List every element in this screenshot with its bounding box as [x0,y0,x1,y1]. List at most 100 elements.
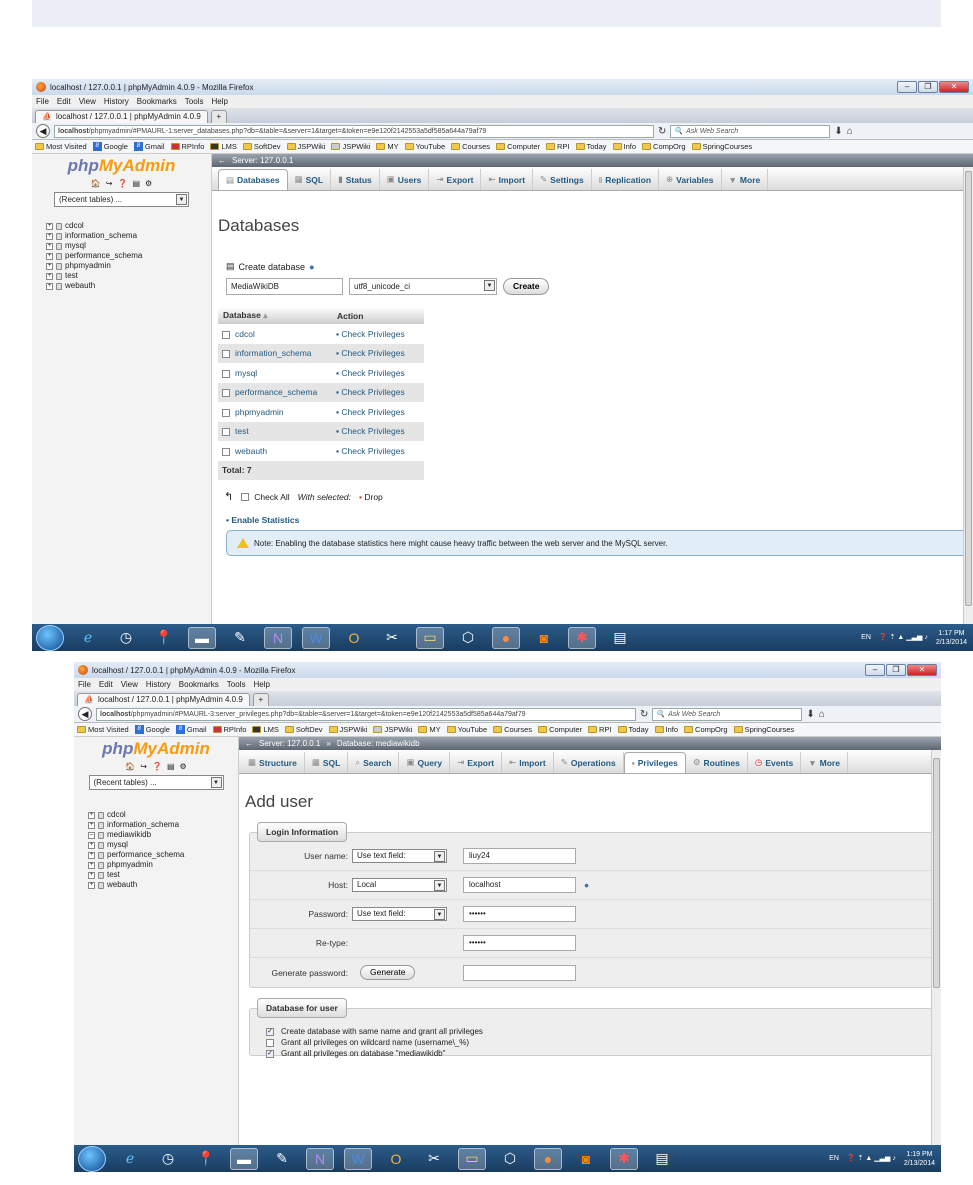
menu-edit[interactable]: Edit [99,680,113,689]
tree-item[interactable]: + cdcol [46,221,211,231]
database-name-input[interactable]: MediaWikiDB [226,278,343,295]
onenote-icon[interactable]: N [306,1147,334,1170]
tab-more[interactable]: ▼ More [801,752,848,773]
bookmark-jspwiki[interactable]: JSPWiki [286,142,325,151]
database-cell[interactable]: performance_schema [218,382,332,402]
bookmark-gmail[interactable]: 8 Gmail [133,142,165,151]
tab-sql[interactable]: ▦ SQL [288,169,332,190]
new-tab-button[interactable]: + [252,693,269,706]
expand-icon[interactable]: + [46,262,53,270]
tree-item[interactable]: + mysql [88,840,238,850]
firefox-taskbar-icon[interactable]: ● [492,626,520,649]
notepad-icon[interactable]: ✎ [268,1148,296,1170]
tree-item[interactable]: – mediawikidb [88,830,238,840]
recent-tables-select[interactable]: (Recent tables) ... ▼ [54,192,189,207]
help-icon[interactable]: ❓ [152,762,162,771]
bookmark-today[interactable]: Today [617,725,649,734]
tree-item[interactable]: + webauth [46,281,211,291]
drop-button[interactable]: ▪ Drop [359,492,383,502]
check-all[interactable]: Check All [241,492,290,502]
database-cell[interactable]: test [218,421,332,441]
clock-icon[interactable]: ◷ [154,1148,182,1170]
vertical-scrollbar[interactable] [963,167,973,624]
reload-icon[interactable]: ↻ [640,709,648,720]
tab-export[interactable]: ⇥ Export [429,169,482,190]
tab-sql[interactable]: ▦ SQL [305,752,349,773]
check-privileges-link[interactable]: Check Privileges [341,329,404,339]
media-icon[interactable]: ◙ [530,627,558,649]
action-cell[interactable]: ▪ Check Privileges [332,402,424,422]
bookmark-springcourses[interactable]: SpringCourses [733,725,794,734]
collapse-arrow-icon[interactable]: ← [245,737,253,750]
home-icon[interactable]: ⌂ [819,709,825,720]
docs-icon[interactable]: ▤ [132,179,140,188]
breadcrumb-server[interactable]: Server: 127.0.0.1 [259,737,320,750]
vertical-scrollbar[interactable] [931,750,941,1145]
tab-more[interactable]: ▼ More [722,169,769,190]
tree-item[interactable]: + test [46,271,211,281]
database-cell[interactable]: cdcol [218,324,332,344]
address-bar[interactable]: localhost/phpmyadmin/#PMAURL-3:server_pr… [96,707,636,721]
database-link[interactable]: phpmyadmin [235,407,284,417]
new-tab-button[interactable]: + [210,110,227,123]
database-link[interactable]: information_schema [235,348,312,358]
bookmark-info[interactable]: Info [654,725,678,734]
expand-icon[interactable]: + [88,821,95,829]
tree-item[interactable]: + phpmyadmin [46,261,211,271]
database-link[interactable]: webauth [235,446,267,456]
breadcrumb-database[interactable]: Database: mediawikidb [337,737,420,750]
search-box[interactable]: 🔍 Ask Web Search [670,124,831,138]
menu-tools[interactable]: Tools [227,680,246,689]
help-icon[interactable]: ● [584,880,589,890]
database-cell[interactable]: mysql [218,363,332,383]
home-icon[interactable]: ⌂ [847,126,853,137]
action-cell[interactable]: ▪ Check Privileges [332,324,424,344]
network-app-icon[interactable]: ▤ [648,1148,676,1170]
close-button[interactable]: ✕ [907,664,937,676]
database-cell[interactable]: webauth [218,441,332,461]
row-checkbox[interactable] [222,389,230,397]
bookmark-jspwiki-2[interactable]: JSPWiki [331,142,370,151]
expand-icon[interactable]: + [88,811,95,819]
expand-icon[interactable]: + [46,272,53,280]
create-button[interactable]: Create [503,278,550,295]
bookmark-google[interactable]: 8 Google [134,725,170,734]
bookmark-courses[interactable]: Courses [451,142,490,151]
check-privileges-link[interactable]: Check Privileges [341,426,404,436]
scroll-thumb[interactable] [933,758,940,988]
settings-icon[interactable]: ⚙ [145,179,152,188]
phpmyadmin-logo[interactable]: phpMyAdmin [32,156,211,178]
check-privileges-link[interactable]: Check Privileges [341,368,404,378]
check-all-checkbox[interactable] [241,493,250,502]
expand-icon[interactable]: + [88,841,95,849]
reload-icon[interactable]: ↻ [658,126,666,137]
action-cell[interactable]: ▪ Check Privileges [332,363,424,383]
username-input[interactable]: liuy24 [463,848,576,864]
phpmyadmin-logo[interactable]: phpMyAdmin [74,739,238,761]
tab-status[interactable]: ▮ Status [331,169,380,190]
bookmark-google[interactable]: 8 Google [92,142,128,151]
download-icon[interactable]: ⬇ [806,709,814,720]
back-button[interactable]: ◀ [78,707,92,721]
checkbox-checked[interactable]: ✓ [266,1049,274,1058]
bookmark-lms[interactable]: LMS [210,142,237,151]
explorer-icon[interactable]: ▭ [416,626,444,649]
row-checkbox[interactable] [222,330,230,339]
collapse-icon[interactable]: – [88,831,95,839]
media-icon[interactable]: ◙ [572,1148,600,1170]
option-create-database[interactable]: ✓ Create database with same name and gran… [250,1026,932,1037]
menu-file[interactable]: File [36,97,49,106]
start-button[interactable] [36,624,64,651]
expand-icon[interactable]: + [46,232,53,240]
bookmark-info[interactable]: Info [612,142,636,151]
expand-icon[interactable]: + [46,252,53,260]
menu-history[interactable]: History [104,97,129,106]
database-link[interactable]: cdcol [235,329,255,339]
menu-edit[interactable]: Edit [57,97,71,106]
tray-icons[interactable]: ❓ ⇡ ▲ ▁▃▅ ♪ [879,633,928,642]
expand-icon[interactable]: + [88,881,95,889]
bookmark-rpi[interactable]: RPI [588,725,612,734]
expand-icon[interactable]: + [46,282,53,290]
word-icon[interactable]: W [344,1147,372,1170]
tab-structure[interactable]: ▦ Structure [241,752,305,773]
